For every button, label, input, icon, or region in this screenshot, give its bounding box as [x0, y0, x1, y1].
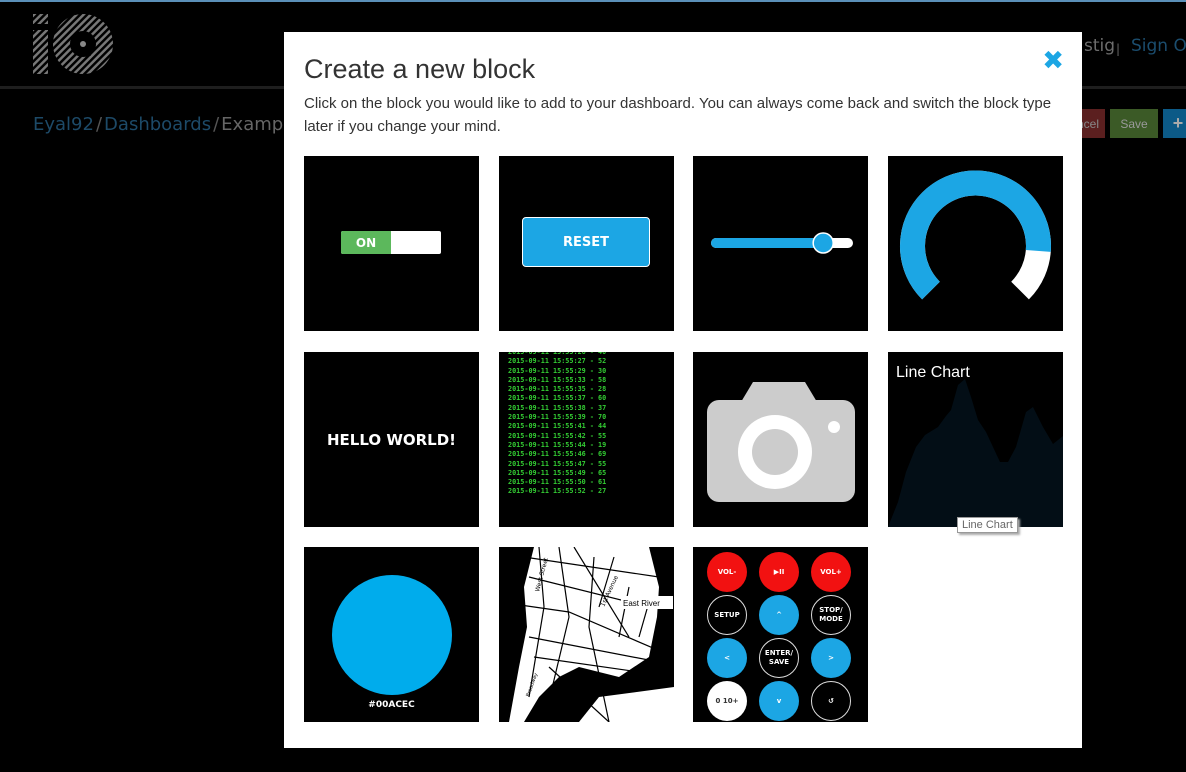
remote-button: 0 10+ [707, 681, 747, 721]
breadcrumb-user[interactable]: Eyal92 [33, 114, 94, 135]
breadcrumb-separator: / [95, 114, 103, 135]
reset-button-preview: RESET [522, 217, 650, 267]
adafruit-io-logo[interactable] [33, 14, 113, 74]
block-slider[interactable] [693, 156, 868, 331]
block-image[interactable] [693, 352, 868, 527]
remote-button: > [811, 638, 851, 678]
block-momentary-button[interactable]: RESET [499, 156, 674, 331]
block-toggle[interactable]: ON [304, 156, 479, 331]
remote-button: ▶II [759, 552, 799, 592]
modal-title: Create a new block [304, 54, 536, 84]
remote-button: ↺ [811, 681, 851, 721]
remote-button: SETUP [707, 595, 747, 635]
toggle-on-label: ON [341, 231, 391, 254]
stream-line: 2015-09-11 15:55:35 - 28 [508, 385, 607, 394]
stream-line: 2015-09-11 15:55:29 - 30 [508, 366, 607, 375]
tooltip: Line Chart [957, 517, 1018, 533]
stream-line: 2015-09-11 15:55:37 - 60 [508, 394, 607, 403]
close-icon[interactable]: ✖ [1042, 46, 1064, 76]
block-gauge[interactable] [888, 156, 1063, 331]
stream-line: 2015-09-11 15:55:46 - 69 [508, 450, 607, 459]
header-separator: | [1116, 42, 1121, 56]
breadcrumb-dashboards[interactable]: Dashboards [104, 114, 211, 135]
modal-description: Click on the block you would like to add… [304, 95, 1052, 135]
stream-line: 2015-09-11 15:55:42 - 55 [508, 431, 607, 440]
text-preview: HELLO WORLD! [326, 430, 457, 449]
stream-line: 2015-09-11 15:55:47 - 55 [508, 459, 607, 468]
top-border [0, 0, 1186, 2]
block-remote-control[interactable]: VOL- ▶II VOL+ SETUP ^ STOP/ MODE < ENTER/ SAVE >… [693, 547, 868, 722]
remote-button: VOL- [707, 552, 747, 592]
breadcrumb-separator: / [213, 114, 220, 135]
block-line-chart[interactable]: Line Chart [888, 352, 1063, 527]
remote-button: STOP/ MODE [811, 595, 851, 635]
stream-line: 2015-09-11 15:55:44 - 19 [508, 440, 607, 449]
map-preview: West Street 1st Avenue East River Broadw… [499, 547, 674, 722]
line-chart-title: Line Chart [896, 364, 970, 381]
remote-button: ^ [759, 595, 799, 635]
stream-line: 2015-09-11 15:55:27 - 52 [508, 357, 607, 366]
save-button[interactable]: Save [1110, 109, 1158, 138]
stream-line: 2015-09-11 15:55:52 - 27 [508, 487, 607, 496]
map-label-east-river: East River [623, 599, 660, 608]
stream-line: 2015-09-11 15:55:41 - 44 [508, 422, 607, 431]
sign-out-link[interactable]: Sign Out [1131, 36, 1186, 56]
slider-preview [711, 232, 853, 254]
username[interactable]: stig [1084, 36, 1115, 56]
camera-icon [707, 382, 855, 502]
block-text[interactable]: HELLO WORLD! [304, 352, 479, 527]
remote-button: ENTER/ SAVE [759, 638, 799, 678]
breadcrumb: Eyal92/Dashboards / Example [33, 114, 299, 135]
block-map[interactable]: West Street 1st Avenue East River Broadw… [499, 547, 674, 722]
stream-log: 2015-09-11 15:55:26 - 40 2015-09-11 15:55… [508, 352, 606, 497]
stream-line: 2015-09-11 15:55:38 - 37 [508, 403, 607, 412]
create-block-modal: ✖ Create a new block Click on the block … [284, 32, 1082, 748]
line-chart-area [888, 379, 1063, 527]
remote-button: < [707, 638, 747, 678]
remote-button: v [759, 681, 799, 721]
gauge-preview [900, 170, 1051, 300]
color-swatch [332, 575, 452, 695]
stream-line: 2015-09-11 15:55:49 - 65 [508, 468, 607, 477]
block-stream[interactable]: 2015-09-11 15:55:26 - 40 2015-09-11 15:55… [499, 352, 674, 527]
color-value-label: #00ACEC [368, 700, 415, 710]
remote-button: VOL+ [811, 552, 851, 592]
stream-line: 2015-09-11 15:55:39 - 70 [508, 413, 607, 422]
toggle-switch-preview: ON [341, 231, 441, 254]
stream-line: 2015-09-11 15:55:33 - 58 [508, 375, 607, 384]
block-color[interactable]: #00ACEC [304, 547, 479, 722]
stream-line: 2015-09-11 15:55:50 - 61 [508, 478, 607, 487]
add-block-button[interactable]: + [1163, 109, 1186, 138]
